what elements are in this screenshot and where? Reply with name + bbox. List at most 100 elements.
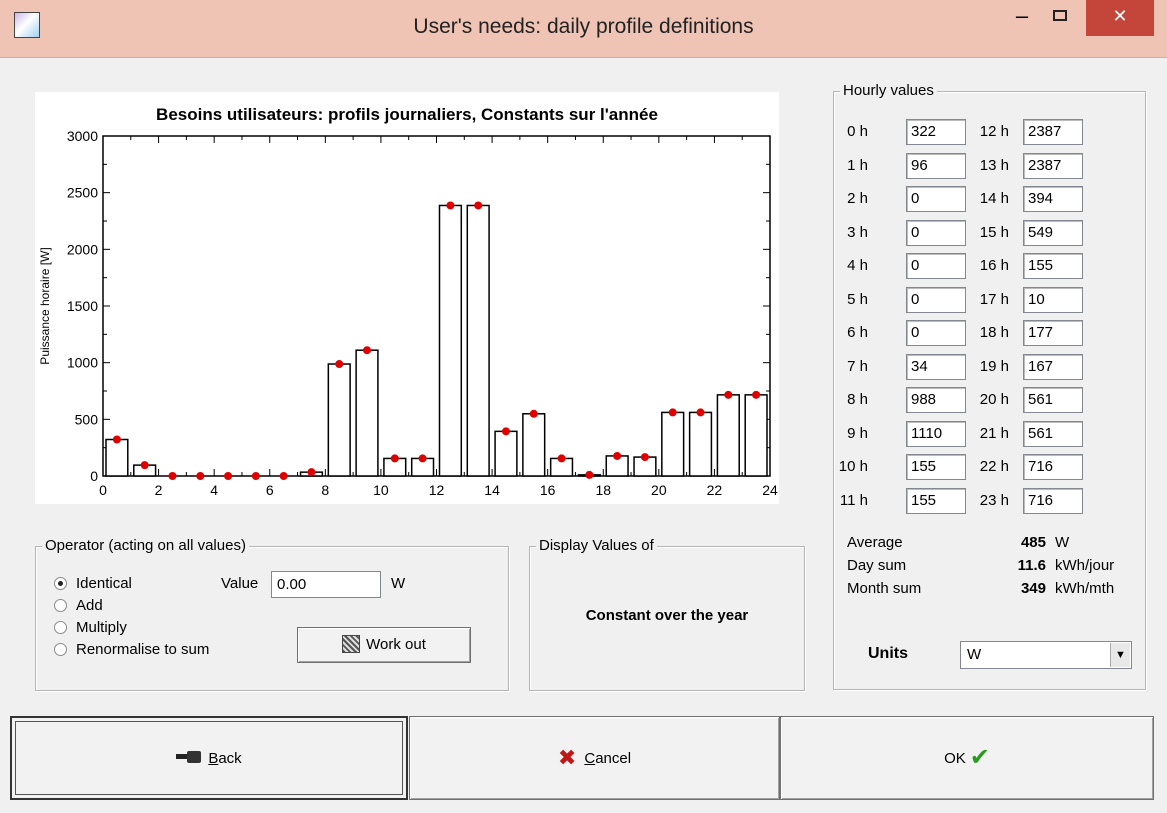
calculator-icon [342, 635, 361, 653]
hour-value-input[interactable]: 716 [1023, 454, 1083, 480]
hour-label: 7 h [847, 357, 868, 375]
radio-icon[interactable] [54, 621, 67, 634]
back-button[interactable]: Back [10, 716, 408, 800]
operator-option[interactable]: Multiply [54, 619, 127, 636]
stat-label: Month sum [847, 580, 922, 597]
hour-value-input[interactable]: 34 [906, 353, 966, 380]
hour-label: 14 h [979, 190, 1009, 207]
bar [744, 394, 768, 477]
hour-value-input[interactable]: 0 [906, 253, 966, 279]
work-out-label: Work out [366, 636, 426, 653]
hour-value-input[interactable]: 0 [906, 219, 966, 246]
data-point [446, 201, 455, 210]
units-select[interactable]: W ▼ [960, 641, 1132, 669]
back-accel: B [208, 750, 219, 767]
hour-value-input[interactable]: 549 [1023, 219, 1083, 246]
operator-option[interactable]: Renormalise to sum [54, 641, 209, 658]
operator-option-label: Identical [76, 575, 132, 592]
hour-label: 4 h [847, 257, 868, 274]
operator-option[interactable]: Add [54, 597, 103, 614]
bar [688, 411, 713, 477]
hour-value-input[interactable]: 10 [1023, 286, 1083, 313]
hour-value-input[interactable]: 167 [1023, 353, 1083, 380]
data-point [307, 468, 316, 477]
bar [494, 430, 518, 477]
hour-value-input[interactable]: 2387 [1023, 119, 1083, 145]
hour-value-input[interactable]: 716 [1023, 487, 1083, 514]
minimize-icon: – [1015, 3, 1029, 28]
operator-group: Operator (acting on all values) Identica… [35, 537, 509, 691]
title-bar: User's needs: daily profile definitions … [0, 0, 1167, 58]
stat-value: 11.6 [1017, 557, 1046, 574]
data-point [640, 453, 649, 462]
radio-icon[interactable] [54, 599, 67, 612]
maximize-icon [1053, 10, 1067, 21]
radio-icon[interactable] [54, 643, 67, 656]
data-point [529, 409, 538, 418]
y-axis-label: Puissance horaire [W] [38, 247, 52, 364]
ok-button[interactable]: OK ✔ [780, 716, 1154, 800]
data-point [363, 346, 372, 355]
hourly-values-group: Hourly values 0 h 322 1 h 96 2 h 0 3 h 0 4 h 0 5 h… [833, 82, 1146, 690]
bar [716, 394, 740, 477]
stat-unit: W [1055, 534, 1070, 551]
radio-icon[interactable] [54, 577, 67, 590]
close-button[interactable]: ✕ [1086, 0, 1154, 36]
hour-label: 6 h [847, 324, 868, 341]
stat-label: Day sum [847, 557, 907, 574]
hour-value-input[interactable]: 1110 [906, 420, 966, 447]
data-point [585, 470, 594, 479]
hour-value-input[interactable]: 0 [906, 320, 966, 346]
hour-value-input[interactable]: 322 [906, 119, 966, 145]
hour-value-input[interactable]: 561 [1023, 420, 1083, 447]
hour-label: 17 h [979, 290, 1009, 308]
data-point [613, 451, 622, 460]
data-point [668, 408, 677, 417]
hour-value-input[interactable]: 177 [1023, 320, 1083, 346]
x-tick-label: 18 [595, 482, 611, 498]
display-values-group: Display Values of Constant over the year [529, 537, 805, 691]
chevron-down-icon[interactable]: ▼ [1110, 643, 1130, 667]
maximize-button[interactable] [1044, 0, 1076, 36]
operator-option-label: Add [76, 597, 103, 614]
y-tick-label: 2000 [67, 241, 98, 257]
back-label: ack [218, 750, 242, 767]
hour-value-input[interactable]: 988 [906, 387, 966, 413]
value-input-text: 0.00 [277, 576, 307, 593]
hour-value-input[interactable]: 155 [1023, 253, 1083, 279]
minimize-button[interactable]: – [1006, 0, 1038, 36]
x-tick-label: 0 [99, 482, 107, 498]
x-tick-label: 6 [266, 482, 274, 498]
hour-value-input[interactable]: 0 [906, 186, 966, 212]
stat-value: 485 [1020, 534, 1046, 551]
hour-value-input[interactable]: 394 [1023, 186, 1083, 212]
hour-value-input[interactable]: 2387 [1023, 152, 1083, 179]
hour-label: 3 h [847, 223, 868, 241]
hour-value-input[interactable]: 96 [906, 152, 966, 179]
data-point [474, 201, 483, 210]
hour-value-input[interactable]: 561 [1023, 387, 1083, 413]
data-point [557, 454, 566, 463]
work-out-button[interactable]: Work out [297, 627, 471, 663]
cancel-button[interactable]: ✖ Cancel [409, 716, 780, 800]
close-icon: ✕ [1112, 6, 1128, 26]
data-point [140, 461, 149, 470]
y-tick-label: 1500 [67, 298, 98, 314]
hour-value-input[interactable]: 0 [906, 286, 966, 313]
ok-label: OK [944, 750, 966, 767]
display-values-label: Display Values of [536, 537, 657, 555]
data-point [390, 454, 399, 463]
data-point [279, 472, 288, 480]
data-point [752, 390, 761, 399]
hour-value-input[interactable]: 155 [906, 454, 966, 480]
bar [327, 363, 351, 477]
data-point [696, 408, 705, 417]
operator-label: Operator (acting on all values) [42, 537, 249, 555]
x-tick-label: 8 [321, 482, 329, 498]
operator-option[interactable]: Identical [54, 575, 132, 592]
hour-label: 11 h [839, 491, 868, 509]
hour-label: 8 h [847, 391, 868, 408]
y-tick-label: 1000 [67, 355, 98, 371]
hour-value-input[interactable]: 155 [906, 487, 966, 514]
value-input[interactable]: 0.00 [271, 571, 381, 598]
